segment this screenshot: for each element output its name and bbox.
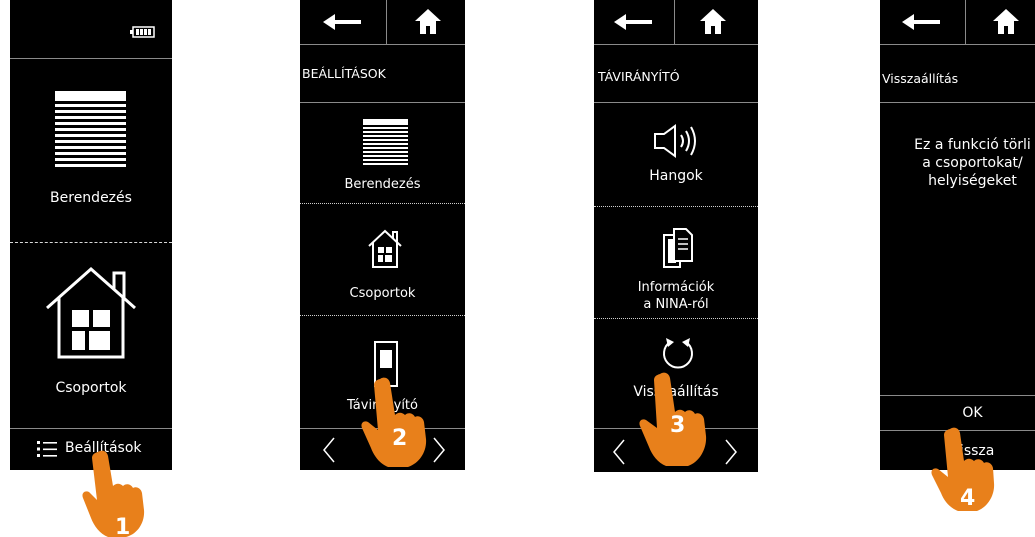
tap-hand-icon-3: 3: [639, 372, 707, 466]
back-arrow-icon: [902, 14, 940, 30]
screen-reset-confirm: Visszaállítás Ez a funkció törli a csopo…: [880, 0, 1035, 470]
home-button[interactable]: [675, 0, 758, 44]
back-button[interactable]: [594, 0, 674, 44]
page-title: BEÁLLÍTÁSOK: [302, 66, 386, 81]
home-button[interactable]: [966, 0, 1035, 44]
message-line-3: helyiségeket: [928, 173, 1017, 189]
menu-item-informaciok-line2[interactable]: a NINA-ról: [594, 297, 758, 312]
list-icon: [37, 441, 57, 457]
menu-item-berendezes[interactable]: Berendezés: [10, 190, 172, 206]
menu-item-berendezes[interactable]: Berendezés: [300, 177, 465, 192]
documents-icon[interactable]: [662, 227, 694, 269]
svg-text:3: 3: [670, 413, 685, 438]
blinds-icon[interactable]: [55, 91, 126, 168]
message-line-2: a csoportokat/: [922, 155, 1023, 171]
chevron-right-icon[interactable]: [724, 438, 738, 466]
menu-item-hangok[interactable]: Hangok: [594, 168, 758, 184]
message-line-1: Ez a funkció törli: [914, 137, 1031, 153]
back-button[interactable]: [880, 0, 965, 44]
menu-item-csoportok[interactable]: Csoportok: [300, 286, 465, 301]
home-icon: [993, 9, 1019, 34]
home-button[interactable]: [387, 0, 465, 44]
menu-item-csoportok[interactable]: Csoportok: [10, 380, 172, 396]
svg-text:4: 4: [960, 486, 975, 511]
home-icon: [700, 9, 726, 34]
blinds-icon[interactable]: [363, 119, 408, 165]
home-icon: [415, 9, 441, 34]
tap-hand-icon-1: 1: [82, 450, 145, 537]
speaker-icon[interactable]: [652, 124, 704, 158]
page-title: TÁVIRÁNYÍTÓ: [598, 69, 680, 84]
back-button[interactable]: [300, 0, 386, 44]
house-icon[interactable]: [367, 229, 403, 269]
back-arrow-icon: [323, 14, 361, 30]
svg-text:1: 1: [115, 515, 130, 537]
reset-icon[interactable]: [660, 336, 696, 372]
menu-item-informaciok-line1[interactable]: Információk: [594, 280, 758, 295]
svg-text:2: 2: [392, 426, 407, 451]
back-arrow-icon: [614, 14, 652, 30]
battery-icon: [130, 26, 155, 38]
house-icon[interactable]: [43, 266, 139, 360]
ok-label: OK: [962, 405, 983, 421]
tap-hand-icon-4: 4: [931, 427, 995, 511]
page-title: Visszaállítás: [882, 71, 959, 86]
tap-hand-icon-2: 2: [361, 377, 427, 467]
screen-home: Berendezés Csoportok Beállítások: [10, 0, 172, 470]
chevron-right-icon[interactable]: [432, 436, 446, 464]
